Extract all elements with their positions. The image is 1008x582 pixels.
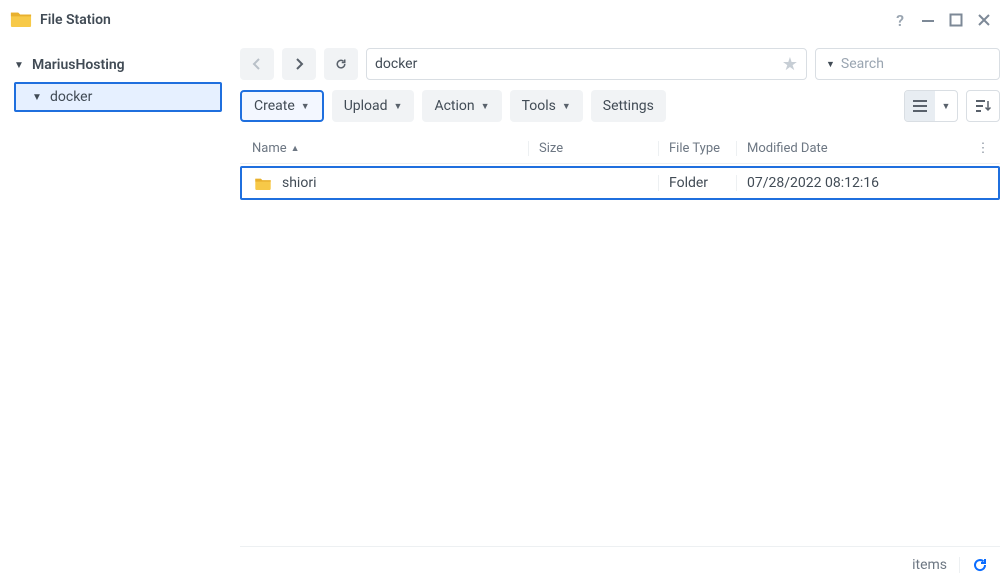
tools-button[interactable]: Tools ▼ <box>510 90 583 122</box>
nav-back-button[interactable] <box>240 48 274 80</box>
column-header-type[interactable]: File Type <box>658 141 736 156</box>
title-bar: File Station ? <box>0 0 1008 40</box>
settings-label: Settings <box>603 98 654 114</box>
sidebar: ▼ MariusHosting ▼ docker <box>0 40 232 582</box>
maximize-button[interactable] <box>942 6 970 34</box>
column-header-modified[interactable]: Modified Date <box>736 141 972 156</box>
path-bar: docker ★ ▼ <box>240 48 1000 80</box>
search-box[interactable]: ▼ <box>815 48 1000 80</box>
sort-asc-icon: ▲ <box>291 143 300 154</box>
window-title: File Station <box>40 12 111 28</box>
status-refresh-button[interactable] <box>959 557 988 573</box>
toolbar: Create▼ Upload▼ Action▼ Tools▼ Settings … <box>240 90 1000 122</box>
content-pane: docker ★ ▼ Create ▼ Upload ▼ Action ▼ Tools… <box>232 40 1008 582</box>
table-header: Name ▲ Size File Type Modified Date ⋮ <box>240 134 1000 164</box>
favorite-star-icon[interactable]: ★ <box>782 54 798 75</box>
view-mode-group: ▼ <box>904 90 958 122</box>
app-icon <box>10 9 32 31</box>
caret-down-icon: ▼ <box>481 101 490 112</box>
file-type: Folder <box>669 175 708 191</box>
path-input[interactable]: docker ★ <box>366 48 807 80</box>
sidebar-root-label: MariusHosting <box>32 57 125 73</box>
sidebar-root[interactable]: ▼ MariusHosting <box>8 50 224 80</box>
tools-label: Tools <box>522 98 556 114</box>
caret-down-icon: ▼ <box>301 101 310 112</box>
sort-button[interactable] <box>966 90 1000 122</box>
caret-down-icon: ▼ <box>562 101 571 112</box>
search-input[interactable] <box>841 56 1008 72</box>
caret-down-icon: ▼ <box>32 92 46 103</box>
caret-down-icon: ▼ <box>394 101 403 112</box>
column-options-button[interactable]: ⋮ <box>972 141 994 156</box>
nav-forward-button[interactable] <box>282 48 316 80</box>
action-label: Action <box>434 98 474 114</box>
help-button[interactable]: ? <box>886 6 914 34</box>
sidebar-item-label: docker <box>50 89 92 105</box>
close-button[interactable] <box>970 6 998 34</box>
action-button[interactable]: Action ▼ <box>422 90 501 122</box>
create-button[interactable]: Create ▼ <box>240 90 324 122</box>
file-list[interactable]: shiori Folder 07/28/2022 08:12:16 <box>240 164 1000 546</box>
upload-label: Upload <box>344 98 388 114</box>
sidebar-item-docker[interactable]: ▼ docker <box>14 82 222 112</box>
create-label: Create <box>254 98 295 114</box>
minimize-button[interactable] <box>914 6 942 34</box>
file-name: shiori <box>282 175 316 191</box>
settings-button[interactable]: Settings <box>591 90 666 122</box>
status-bar: items <box>240 546 1000 582</box>
caret-down-icon: ▼ <box>14 60 28 71</box>
upload-button[interactable]: Upload ▼ <box>332 90 415 122</box>
path-value: docker <box>375 56 417 72</box>
file-modified: 07/28/2022 08:12:16 <box>747 175 879 191</box>
folder-icon <box>254 176 272 190</box>
search-dropdown-caret[interactable]: ▼ <box>826 59 835 70</box>
column-header-name[interactable]: Name ▲ <box>246 141 528 156</box>
view-mode-dropdown[interactable]: ▼ <box>935 91 957 121</box>
items-label: items <box>912 557 947 573</box>
column-header-size[interactable]: Size <box>528 141 658 156</box>
view-list-button[interactable] <box>905 91 935 121</box>
refresh-button[interactable] <box>324 48 358 80</box>
file-row[interactable]: shiori Folder 07/28/2022 08:12:16 <box>242 168 998 198</box>
